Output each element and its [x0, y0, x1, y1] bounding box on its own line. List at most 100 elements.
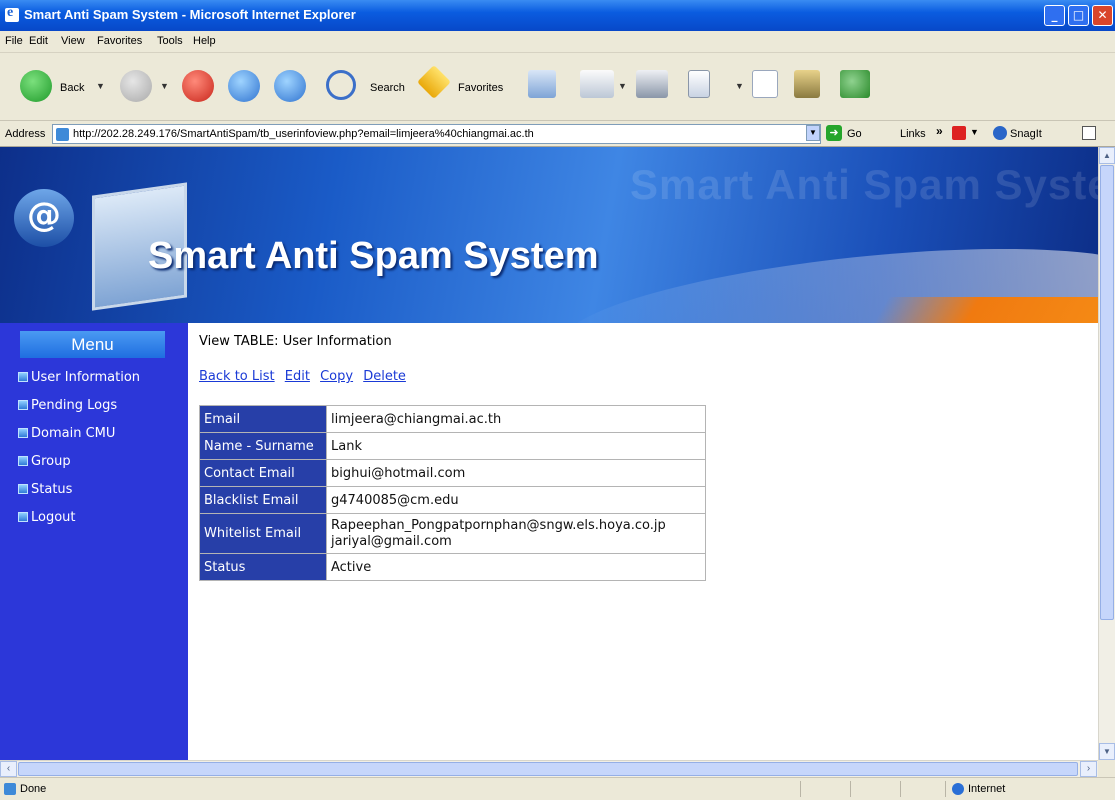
field-value: Rapeephan_Pongpatpornphan@sngw.els.hoya.…	[326, 513, 706, 554]
sidebar-item-pending-logs[interactable]: Pending Logs	[18, 395, 117, 415]
record-actions: Back to List Edit Copy Delete	[199, 369, 412, 384]
scroll-up-icon[interactable]: ▲	[1099, 147, 1115, 164]
research-icon[interactable]	[794, 70, 820, 98]
print-icon[interactable]	[636, 70, 668, 98]
edit-dropdown-icon[interactable]: ▼	[735, 81, 744, 91]
menu-help[interactable]: Help	[193, 35, 216, 47]
scroll-down-icon[interactable]: ▼	[1099, 743, 1115, 760]
forward-dropdown-icon[interactable]: ▼	[160, 81, 169, 91]
mail-icon[interactable]	[580, 70, 614, 98]
sidebar-item-label[interactable]: Status	[31, 482, 72, 497]
address-bar: Address http://202.28.249.176/SmartAntiS…	[0, 121, 1115, 147]
field-value: bighui@hotmail.com	[326, 459, 706, 487]
back-icon[interactable]	[20, 70, 52, 102]
sidebar-item-label[interactable]: Group	[31, 454, 71, 469]
word-edit-icon[interactable]	[688, 70, 710, 98]
bullet-icon	[18, 512, 28, 522]
horizontal-scroll-thumb[interactable]	[18, 762, 1078, 776]
sidebar-item-status[interactable]: Status	[18, 479, 72, 499]
vertical-scrollbar[interactable]: ▲ ▼	[1098, 147, 1115, 760]
bullet-icon	[18, 400, 28, 410]
delete-link[interactable]: Delete	[363, 369, 406, 384]
field-value: Lank	[326, 432, 706, 460]
internet-explorer-icon	[5, 5, 19, 22]
edit-link[interactable]: Edit	[285, 369, 310, 384]
bullet-icon	[18, 372, 28, 382]
snagit-window-icon[interactable]	[1082, 126, 1096, 140]
stop-icon[interactable]	[182, 70, 214, 102]
internet-zone-icon	[952, 783, 964, 795]
search-icon[interactable]	[326, 70, 356, 100]
sidebar-item-label[interactable]: Pending Logs	[31, 398, 117, 413]
site-banner: Smart Anti Spam System @ Smart Anti Spam…	[0, 147, 1098, 323]
table-row: Contact Email bighui@hotmail.com	[199, 459, 706, 487]
pdf-dropdown-icon[interactable]: ▼	[970, 127, 979, 137]
go-arrow-icon[interactable]: ➜	[826, 125, 842, 141]
minimize-button[interactable]: _	[1044, 5, 1065, 26]
page-icon	[56, 128, 69, 141]
menu-edit[interactable]: Edit	[29, 35, 48, 47]
maximize-button[interactable]: □	[1068, 5, 1089, 26]
pdf-icon[interactable]	[952, 126, 966, 140]
page-title: View TABLE: User Information	[199, 334, 392, 349]
banner-title: Smart Anti Spam System	[148, 235, 599, 277]
user-info-table: Email limjeera@chiangmai.ac.th Name - Su…	[199, 405, 706, 581]
scroll-left-icon[interactable]: ‹	[0, 761, 17, 777]
refresh-icon[interactable]	[228, 70, 260, 102]
vertical-scroll-thumb[interactable]	[1100, 165, 1114, 620]
sidebar-item-label[interactable]: Domain CMU	[31, 426, 115, 441]
close-button[interactable]: ✕	[1092, 5, 1113, 26]
snagit-label[interactable]: SnagIt	[1010, 128, 1042, 140]
status-text: Done	[20, 783, 47, 795]
go-button-label[interactable]: Go	[847, 128, 862, 140]
home-icon[interactable]	[274, 70, 306, 102]
address-input[interactable]: http://202.28.249.176/SmartAntiSpam/tb_u…	[52, 124, 821, 144]
menu-favorites[interactable]: Favorites	[97, 35, 142, 47]
forward-icon[interactable]	[120, 70, 152, 102]
address-url[interactable]: http://202.28.249.176/SmartAntiSpam/tb_u…	[73, 128, 534, 140]
sidebar-item-label[interactable]: User Information	[31, 370, 140, 385]
bullet-icon	[18, 428, 28, 438]
sidebar-item-group[interactable]: Group	[18, 451, 71, 471]
links-label[interactable]: Links	[900, 128, 926, 140]
table-row: Blacklist Email g4740085@cm.edu	[199, 486, 706, 514]
status-divider	[945, 781, 946, 797]
discuss-icon[interactable]	[752, 70, 778, 98]
field-label: Blacklist Email	[199, 486, 327, 514]
toolbar: Back ▼ ▼ Search Favorites ▼ ▼	[0, 53, 1115, 121]
snagit-icon[interactable]	[993, 126, 1007, 140]
scrollbar-corner	[1098, 760, 1115, 777]
links-chevron-icon[interactable]: »	[936, 124, 943, 138]
horizontal-scrollbar[interactable]: ‹ ›	[0, 760, 1098, 777]
sidebar-item-label[interactable]: Logout	[31, 510, 76, 525]
scroll-right-icon[interactable]: ›	[1080, 761, 1097, 777]
sidebar-item-logout[interactable]: Logout	[18, 507, 76, 527]
sidebar-menu: Menu User Information Pending Logs Domai…	[0, 323, 188, 760]
field-label: Contact Email	[199, 459, 327, 487]
back-to-list-link[interactable]: Back to List	[199, 369, 275, 384]
sidebar-item-domain-cmu[interactable]: Domain CMU	[18, 423, 115, 443]
copy-link[interactable]: Copy	[320, 369, 353, 384]
field-label: Email	[199, 405, 327, 433]
menu-view[interactable]: View	[61, 35, 85, 47]
sidebar-item-user-information[interactable]: User Information	[18, 367, 140, 387]
menu-file[interactable]: File	[5, 35, 23, 47]
table-row: Status Active	[199, 553, 706, 581]
window-title-bar: Smart Anti Spam System - Microsoft Inter…	[0, 0, 1115, 31]
search-button-label[interactable]: Search	[370, 82, 405, 94]
status-divider	[800, 781, 801, 797]
field-value: g4740085@cm.edu	[326, 486, 706, 514]
banner-orange-stripe	[871, 297, 1098, 323]
menu-tools[interactable]: Tools	[157, 35, 183, 47]
messenger-icon[interactable]	[840, 70, 870, 98]
bullet-icon	[18, 456, 28, 466]
back-dropdown-icon[interactable]: ▼	[96, 81, 105, 91]
history-icon[interactable]	[528, 70, 556, 98]
bullet-icon	[18, 484, 28, 494]
favorites-button-label[interactable]: Favorites	[458, 82, 503, 94]
address-dropdown-icon[interactable]: ▼	[806, 125, 820, 141]
mail-dropdown-icon[interactable]: ▼	[618, 81, 627, 91]
back-button-label[interactable]: Back	[60, 82, 84, 94]
favorites-star-icon[interactable]	[417, 65, 451, 99]
field-value: limjeera@chiangmai.ac.th	[326, 405, 706, 433]
